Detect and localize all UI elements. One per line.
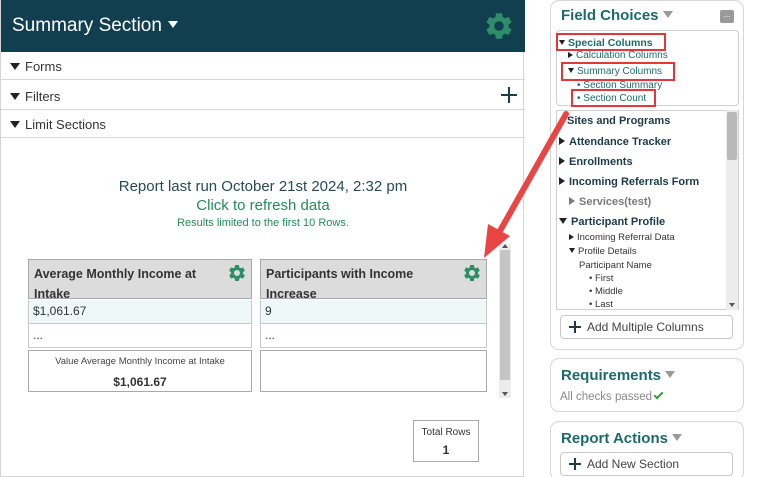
aggregate-box [260, 350, 487, 392]
fields-list-scrollbar[interactable] [726, 110, 738, 310]
column-header-income-increase: Participants with Income Increase [260, 259, 487, 301]
aggregate-box: Value Average Monthly Income at Intake $… [28, 350, 252, 392]
requirements-title-dropdown[interactable]: Requirements [561, 367, 676, 384]
highlight-summary-columns [561, 62, 675, 81]
button-label: Add New Section [587, 457, 680, 471]
total-rows-label: Total Rows [421, 427, 471, 438]
fields-list: Sites and Programs Attendance Tracker En… [556, 110, 739, 310]
refresh-data-link[interactable]: Click to refresh data [1, 197, 525, 214]
aggregate-label: Value Average Monthly Income at Intake [55, 356, 225, 367]
scroll-up-icon[interactable] [502, 244, 508, 248]
list-attendance-tracker[interactable]: Attendance Tracker [559, 136, 671, 148]
list-participant-name[interactable]: Participant Name [579, 260, 652, 271]
triangle-right-icon [569, 234, 574, 240]
cell-value: 9 [260, 300, 487, 324]
section-limit-sections[interactable]: Limit Sections [1, 110, 525, 138]
plus-icon [569, 458, 581, 470]
aggregate-value: $1,061.67 [113, 375, 167, 389]
section-filters-label: Filters [25, 89, 61, 104]
column-title: Participants with Income Increase [266, 267, 414, 301]
gear-icon[interactable] [462, 263, 482, 283]
triangle-right-icon [559, 137, 565, 145]
gear-icon[interactable] [227, 263, 247, 283]
list-profile-details[interactable]: Profile Details [569, 246, 637, 257]
list-label: Enrollments [569, 156, 633, 168]
column-header-avg-income: Average Monthly Income at Intake [28, 259, 252, 301]
add-multiple-columns-button[interactable]: Add Multiple Columns [560, 315, 733, 339]
list-participant-profile[interactable]: Participant Profile [559, 216, 665, 228]
list-middle[interactable]: • Middle [589, 286, 623, 297]
cell-value: $1,061.67 [28, 300, 252, 324]
requirements-panel: Requirements [550, 358, 744, 412]
triangle-right-icon [559, 177, 565, 185]
add-new-section-button[interactable]: Add New Section [560, 452, 733, 476]
total-rows-value: 1 [442, 443, 450, 457]
caret-down-icon [671, 434, 682, 441]
report-actions-title-dropdown[interactable]: Report Actions [561, 430, 682, 447]
list-label: Services(test) [579, 196, 652, 208]
scroll-down-icon[interactable] [502, 392, 508, 396]
gear-icon[interactable] [483, 10, 515, 42]
table-scrollbar[interactable] [499, 244, 511, 398]
scroll-thumb[interactable] [727, 112, 737, 160]
field-choices-title: Field Choices [561, 7, 659, 24]
report-run-text: Report last run October 21st 2024, 2:32 … [118, 178, 408, 195]
total-rows-box: Total Rows 1 [413, 420, 479, 462]
status-text: All checks passed [560, 391, 653, 403]
summary-panel: Summary Section Forms Filters Limit Sect… [0, 0, 525, 477]
triangle-down-icon [569, 248, 575, 253]
highlight-section-count [571, 89, 656, 107]
list-label: Participant Profile [571, 216, 666, 228]
cell-more: ... [28, 324, 252, 348]
scroll-down-icon[interactable] [729, 303, 735, 307]
tree-label: Calculation Columns [576, 51, 668, 61]
plus-icon [569, 321, 581, 333]
list-last[interactable]: • Last [589, 299, 613, 309]
triangle-right-icon [568, 52, 573, 58]
caret-down-icon [167, 21, 178, 28]
list-incoming-referral-data[interactable]: Incoming Referral Data [569, 232, 675, 243]
list-sites-programs[interactable]: Sites and Programs [567, 115, 670, 127]
section-forms-label: Forms [25, 59, 62, 74]
list-incoming-referrals-form[interactable]: Incoming Referrals Form [559, 176, 699, 188]
triangle-down-icon [10, 63, 20, 70]
requirements-status: All checks passed [560, 389, 664, 403]
more-menu-icon[interactable]: ... [720, 10, 734, 23]
list-services-test[interactable]: Services(test) [569, 196, 651, 208]
caret-down-icon [665, 371, 676, 378]
caret-down-icon [662, 11, 673, 18]
section-filters[interactable]: Filters [1, 82, 525, 110]
report-actions-title: Report Actions [561, 430, 668, 447]
list-first[interactable]: • First [589, 273, 613, 284]
summary-title-dropdown[interactable]: Summary Section [12, 15, 178, 37]
requirements-title: Requirements [561, 367, 662, 384]
add-filter-plus-icon[interactable] [501, 87, 517, 103]
column-title: Average Monthly Income at Intake [34, 267, 197, 301]
triangle-right-icon [559, 157, 565, 165]
scroll-thumb[interactable] [500, 250, 510, 380]
tree-calculation-columns[interactable]: Calculation Columns [568, 51, 668, 61]
highlight-special-columns [556, 33, 666, 51]
list-label: Attendance Tracker [569, 136, 672, 148]
summary-header: Summary Section [1, 0, 525, 52]
triangle-down-icon [10, 93, 20, 100]
field-choices-title-dropdown[interactable]: Field Choices [561, 7, 673, 24]
page: Summary Section Forms Filters Limit Sect… [0, 0, 758, 477]
summary-title: Summary Section [12, 15, 162, 36]
section-forms[interactable]: Forms [1, 52, 525, 80]
limit-note: Results limited to the first 10 Rows. [177, 217, 349, 229]
list-label: Incoming Referral Data [577, 232, 675, 243]
list-label: Profile Details [578, 246, 637, 257]
list-enrollments[interactable]: Enrollments [559, 156, 633, 168]
triangle-down-icon [10, 121, 20, 128]
triangle-down-icon [559, 218, 567, 224]
list-label: Incoming Referrals Form [569, 176, 700, 188]
cell-more: ... [260, 324, 487, 348]
button-label: Add Multiple Columns [587, 320, 704, 334]
triangle-right-icon [569, 197, 575, 205]
section-limit-label: Limit Sections [25, 117, 106, 132]
